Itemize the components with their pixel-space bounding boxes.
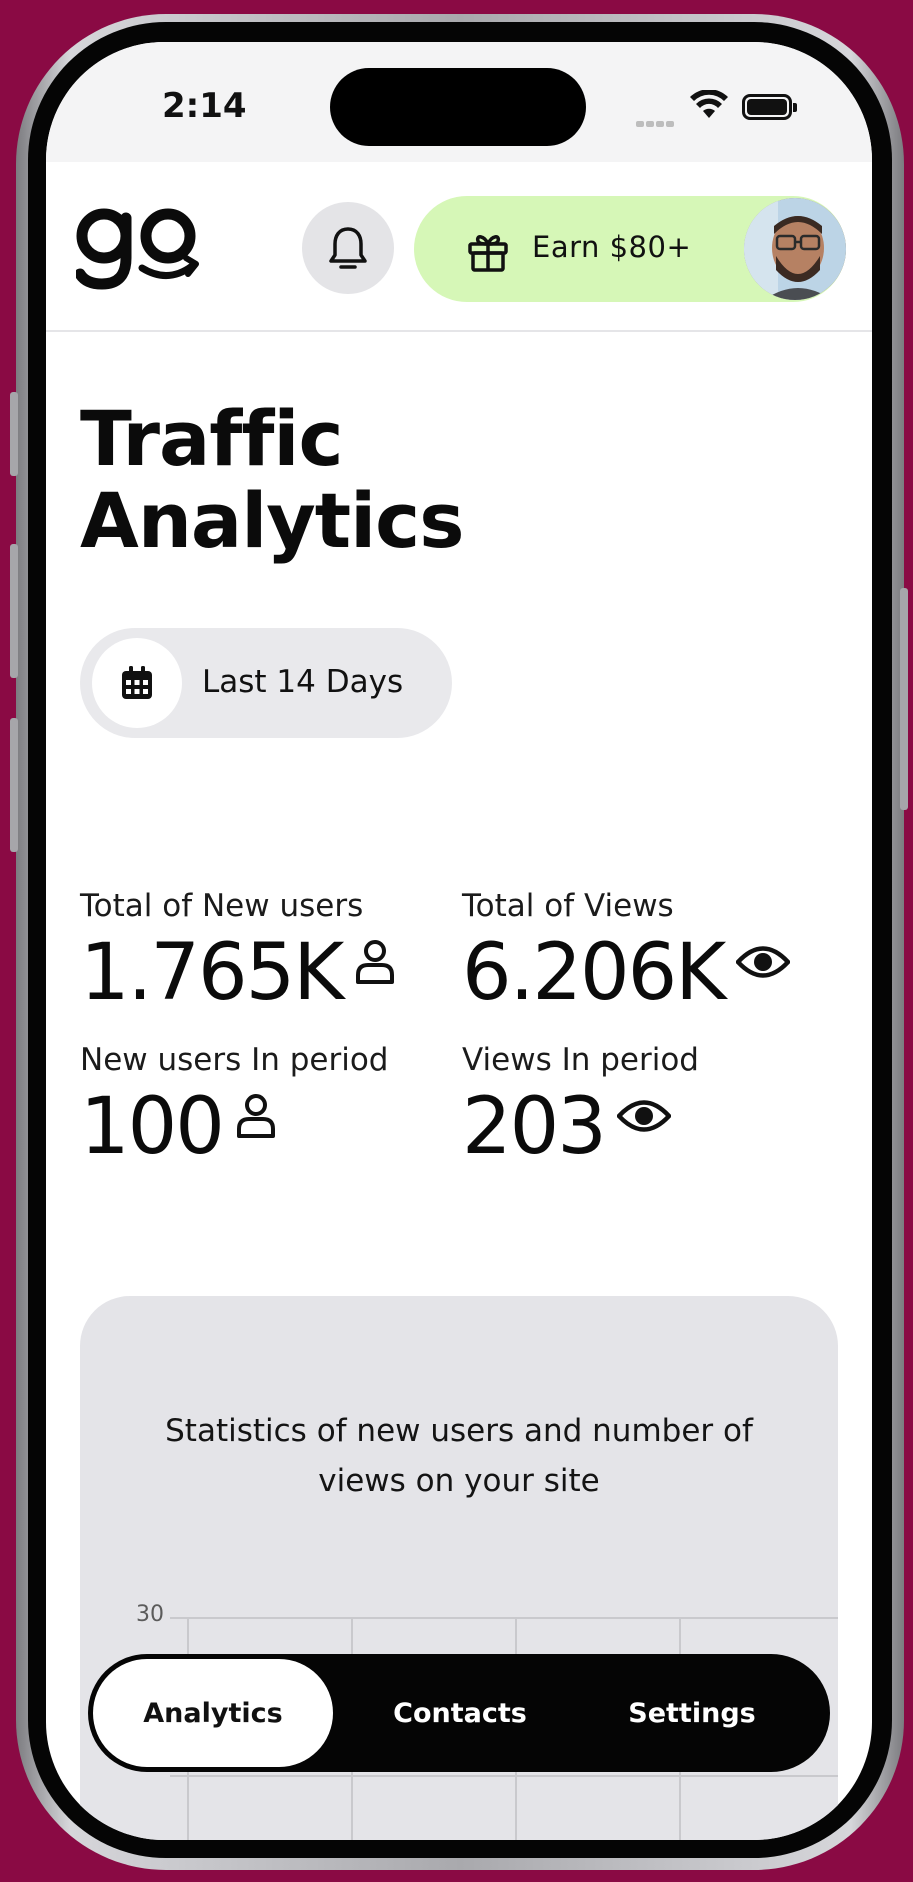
stat-value-row: 1.765K <box>80 928 396 1018</box>
app-header: Earn $80+ <box>46 162 872 332</box>
earn-rewards-button[interactable]: Earn $80+ <box>414 196 846 302</box>
calendar-icon-wrap <box>92 638 182 728</box>
date-range-selector[interactable]: Last 14 Days <box>80 628 452 738</box>
stat-views-period: Views In period 203 <box>462 1042 699 1172</box>
earn-label: Earn $80+ <box>532 230 692 264</box>
stat-label: Total of Views <box>462 888 674 924</box>
stat-value: 1.765K <box>80 928 344 1018</box>
page-title-line-1: Traffic <box>80 394 344 483</box>
bottom-tab-bar: Analytics Contacts Settings <box>88 1654 830 1772</box>
volume-down-button <box>10 718 18 852</box>
go-logo <box>76 208 199 290</box>
stat-value-row: 6.206K <box>462 928 791 1018</box>
cellular-signal-icon <box>636 112 680 127</box>
notifications-button[interactable] <box>302 202 394 294</box>
stat-label: Total of New users <box>80 888 364 924</box>
wifi-icon <box>690 90 728 118</box>
page-title: Traffic Analytics <box>80 394 464 565</box>
stat-value: 203 <box>462 1082 607 1172</box>
stat-value-row: 100 <box>80 1082 389 1172</box>
user-photo <box>744 198 846 300</box>
action-button <box>10 392 18 476</box>
eye-icon <box>616 1100 671 1132</box>
dynamic-island <box>330 68 586 146</box>
eye-icon <box>736 946 791 978</box>
tab-analytics[interactable]: Analytics <box>93 1659 333 1767</box>
stat-total-views: Total of Views 6.206K <box>462 888 791 1018</box>
y-tick-label: 30 <box>136 1602 164 1627</box>
avatar[interactable] <box>744 198 846 300</box>
page-title-line-2: Analytics <box>80 476 464 565</box>
stat-label: New users In period <box>80 1042 389 1078</box>
tab-contacts[interactable]: Contacts <box>350 1654 570 1772</box>
date-range-label: Last 14 Days <box>202 664 404 700</box>
stat-label: Views In period <box>462 1042 699 1078</box>
bell-icon <box>329 227 367 269</box>
status-bar: 2:14 <box>46 42 872 162</box>
stat-value-row: 203 <box>462 1082 699 1172</box>
calendar-icon <box>122 666 152 699</box>
stat-value: 100 <box>80 1082 225 1172</box>
battery-icon <box>742 94 797 120</box>
stat-value: 6.206K <box>462 928 726 1018</box>
stat-new-users-period: New users In period 100 <box>80 1042 389 1172</box>
gift-icon <box>468 235 508 272</box>
user-icon <box>236 1094 275 1138</box>
volume-up-button <box>10 544 18 678</box>
power-button <box>900 588 908 810</box>
stat-total-new-users: Total of New users 1.765K <box>80 888 396 1018</box>
status-time: 2:14 <box>162 86 247 126</box>
app-screen: 2:14 Earn $80+ Traffic Analytics Last 14… <box>46 42 872 1840</box>
tab-settings[interactable]: Settings <box>582 1654 802 1772</box>
user-icon <box>356 940 395 984</box>
